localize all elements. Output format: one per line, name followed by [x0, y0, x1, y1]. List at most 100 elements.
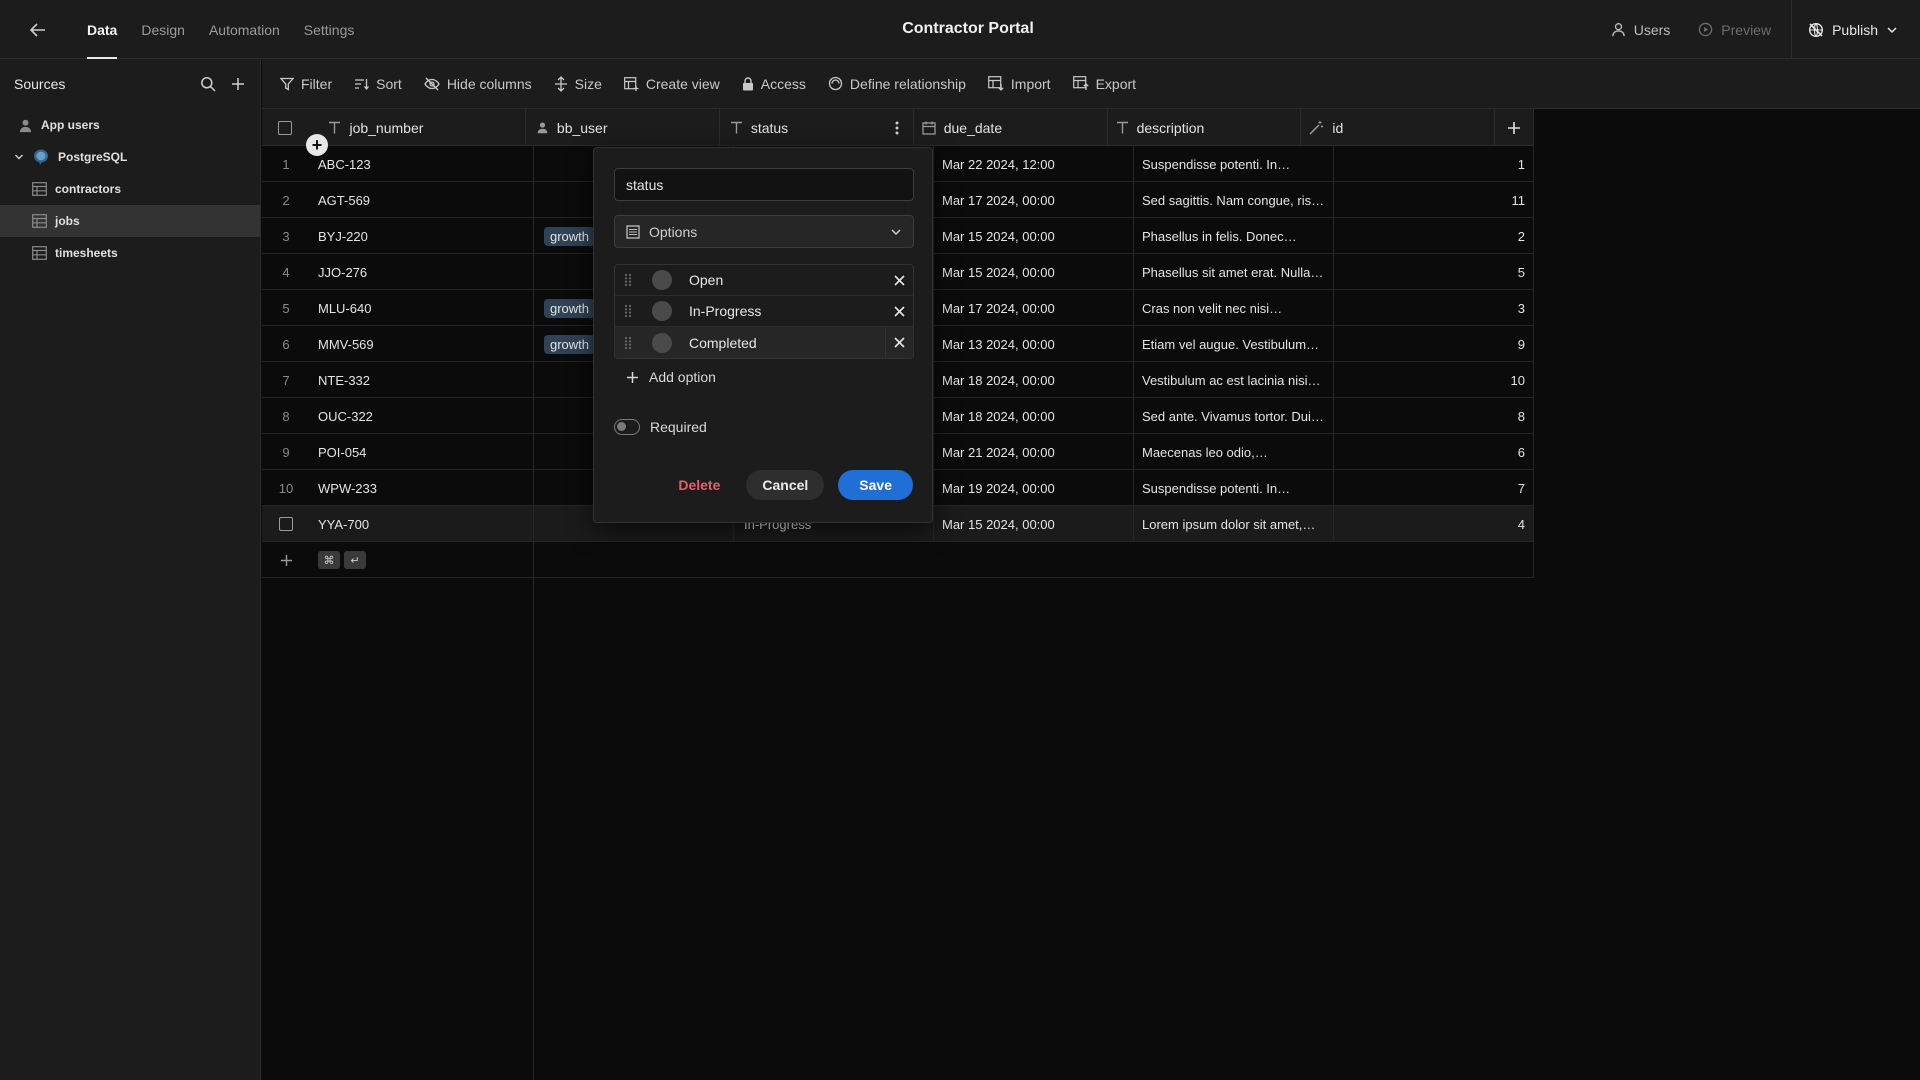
sidebar-item-timesheets[interactable]: timesheets — [0, 237, 260, 269]
tab-design[interactable]: Design — [129, 0, 197, 59]
delete-button[interactable]: Delete — [666, 477, 732, 493]
cell-description[interactable]: Vestibulum ac est lacinia nisi… — [1134, 362, 1334, 398]
cell-job-number[interactable]: NTE-332 — [310, 362, 534, 398]
access-button[interactable]: Access — [742, 76, 806, 92]
cancel-button[interactable]: Cancel — [746, 470, 825, 500]
publish-button[interactable]: Publish — [1792, 22, 1920, 38]
cell-id[interactable]: 8 — [1334, 398, 1534, 434]
select-all-checkbox[interactable] — [278, 120, 293, 135]
cell-due-date[interactable]: Mar 18 2024, 00:00 — [934, 362, 1134, 398]
more-vertical-icon[interactable] — [895, 121, 899, 135]
cell-id[interactable]: 6 — [1334, 434, 1534, 470]
cell-job-number[interactable]: POI-054 — [310, 434, 534, 470]
search-icon[interactable] — [200, 76, 216, 92]
cell-due-date[interactable]: Mar 21 2024, 00:00 — [934, 434, 1134, 470]
cell-due-date[interactable]: Mar 15 2024, 00:00 — [934, 254, 1134, 290]
sidebar-item-contractors[interactable]: contractors — [0, 173, 260, 205]
required-toggle[interactable] — [614, 419, 640, 435]
create-view-button[interactable]: Create view — [623, 76, 720, 92]
import-button[interactable]: Import — [987, 76, 1051, 92]
drag-handle-icon[interactable] — [615, 304, 641, 318]
cell-id[interactable]: 10 — [1334, 362, 1534, 398]
column-name-input[interactable]: status — [614, 168, 914, 201]
option-label[interactable]: Open — [689, 265, 885, 296]
users-button[interactable]: Users — [1597, 22, 1685, 38]
remove-option-button[interactable] — [885, 296, 913, 327]
add-option-button[interactable]: Add option — [626, 369, 716, 385]
column-header-description[interactable]: description — [1108, 109, 1302, 146]
back-button[interactable] — [26, 18, 50, 42]
column-header-status[interactable]: status — [720, 109, 914, 146]
sidebar-item-app-users[interactable]: App users — [0, 109, 260, 141]
remove-option-button[interactable] — [885, 327, 913, 358]
preview-button[interactable]: Preview — [1684, 22, 1785, 38]
cell-due-date[interactable]: Mar 17 2024, 00:00 — [934, 182, 1134, 218]
plus-icon[interactable] — [230, 76, 246, 92]
cell-id[interactable]: 11 — [1334, 182, 1534, 218]
cell-description[interactable]: Etiam vel augue. Vestibulum… — [1134, 326, 1334, 362]
cell-job-number[interactable]: BYJ-220 — [310, 218, 534, 254]
cell-due-date[interactable]: Mar 22 2024, 12:00 — [934, 146, 1134, 182]
save-button[interactable]: Save — [838, 470, 913, 500]
cell-id[interactable]: 7 — [1334, 470, 1534, 506]
row-checkbox[interactable] — [279, 517, 293, 531]
option-label[interactable]: In-Progress — [689, 296, 885, 327]
option-color-swatch[interactable] — [652, 332, 672, 353]
cell-job-number[interactable]: WPW-233 — [310, 470, 534, 506]
define-relationship-button[interactable]: Define relationship — [828, 76, 966, 92]
cell-due-date[interactable]: Mar 19 2024, 00:00 — [934, 470, 1134, 506]
column-header-job-number[interactable]: job_number — [308, 109, 526, 146]
sidebar-item-jobs[interactable]: jobs — [0, 205, 260, 237]
cell-job-number[interactable]: OUC-322 — [310, 398, 534, 434]
cell-due-date[interactable]: Mar 15 2024, 00:00 — [934, 506, 1134, 542]
cell-id[interactable]: 1 — [1334, 146, 1534, 182]
cell-description[interactable]: Suspendisse potenti. In… — [1134, 470, 1334, 506]
cell-due-date[interactable]: Mar 18 2024, 00:00 — [934, 398, 1134, 434]
cell-job-number[interactable]: JJO-276 — [310, 254, 534, 290]
cell-id[interactable]: 5 — [1334, 254, 1534, 290]
tab-data[interactable]: Data — [75, 0, 129, 59]
chevron-down-icon[interactable] — [14, 152, 24, 162]
cell-description[interactable]: Phasellus in felis. Donec… — [1134, 218, 1334, 254]
column-header-id[interactable]: id — [1301, 109, 1496, 146]
tab-automation[interactable]: Automation — [197, 0, 292, 59]
cell-due-date[interactable]: Mar 15 2024, 00:00 — [934, 218, 1134, 254]
add-column-icon[interactable] — [1507, 121, 1521, 135]
cell-job-number[interactable]: YYA-700 — [310, 506, 534, 542]
option-color-swatch[interactable] — [652, 270, 672, 290]
cell-id[interactable]: 2 — [1334, 218, 1534, 254]
add-row-icon[interactable] — [280, 554, 293, 567]
cell-due-date[interactable]: Mar 13 2024, 00:00 — [934, 326, 1134, 362]
cell-job-number[interactable]: ABC-123 — [310, 146, 534, 182]
cell-description[interactable]: Sed sagittis. Nam congue, ris… — [1134, 182, 1334, 218]
cell-job-number[interactable]: AGT-569 — [310, 182, 534, 218]
cell-description[interactable]: Cras non velit nec nisi… — [1134, 290, 1334, 326]
hide-columns-button[interactable]: Hide columns — [424, 76, 532, 92]
export-button[interactable]: Export — [1072, 76, 1136, 92]
cell-due-date[interactable]: Mar 17 2024, 00:00 — [934, 290, 1134, 326]
size-button[interactable]: Size — [554, 76, 602, 92]
remove-option-button[interactable] — [885, 265, 913, 296]
drag-handle-icon[interactable] — [615, 273, 641, 287]
cell-id[interactable]: 4 — [1334, 506, 1534, 542]
filter-button[interactable]: Filter — [280, 76, 332, 92]
cell-job-number[interactable]: MMV-569 — [310, 326, 534, 362]
column-header-bb-user[interactable]: bb_user — [526, 109, 720, 146]
sort-button[interactable]: Sort — [354, 76, 402, 92]
cell-description[interactable]: Maecenas leo odio,… — [1134, 434, 1334, 470]
cell-id[interactable]: 3 — [1334, 290, 1534, 326]
cell-id[interactable]: 9 — [1334, 326, 1534, 362]
sidebar-item-postgresql[interactable]: PostgreSQL — [0, 141, 260, 173]
cell-description[interactable]: Suspendisse potenti. In… — [1134, 146, 1334, 182]
option-color-swatch[interactable] — [652, 301, 672, 321]
column-header-due-date[interactable]: due_date — [914, 109, 1108, 146]
cell-description[interactable]: Lorem ipsum dolor sit amet,… — [1134, 506, 1334, 542]
insert-row-button[interactable]: + — [306, 134, 328, 156]
drag-handle-icon[interactable] — [615, 336, 641, 350]
tab-settings[interactable]: Settings — [292, 0, 367, 59]
cell-job-number[interactable]: MLU-640 — [310, 290, 534, 326]
cell-description[interactable]: Sed ante. Vivamus tortor. Dui… — [1134, 398, 1334, 434]
column-type-select[interactable]: Options — [614, 215, 914, 248]
option-label[interactable]: Completed — [689, 327, 885, 358]
cell-description[interactable]: Phasellus sit amet erat. Nulla… — [1134, 254, 1334, 290]
